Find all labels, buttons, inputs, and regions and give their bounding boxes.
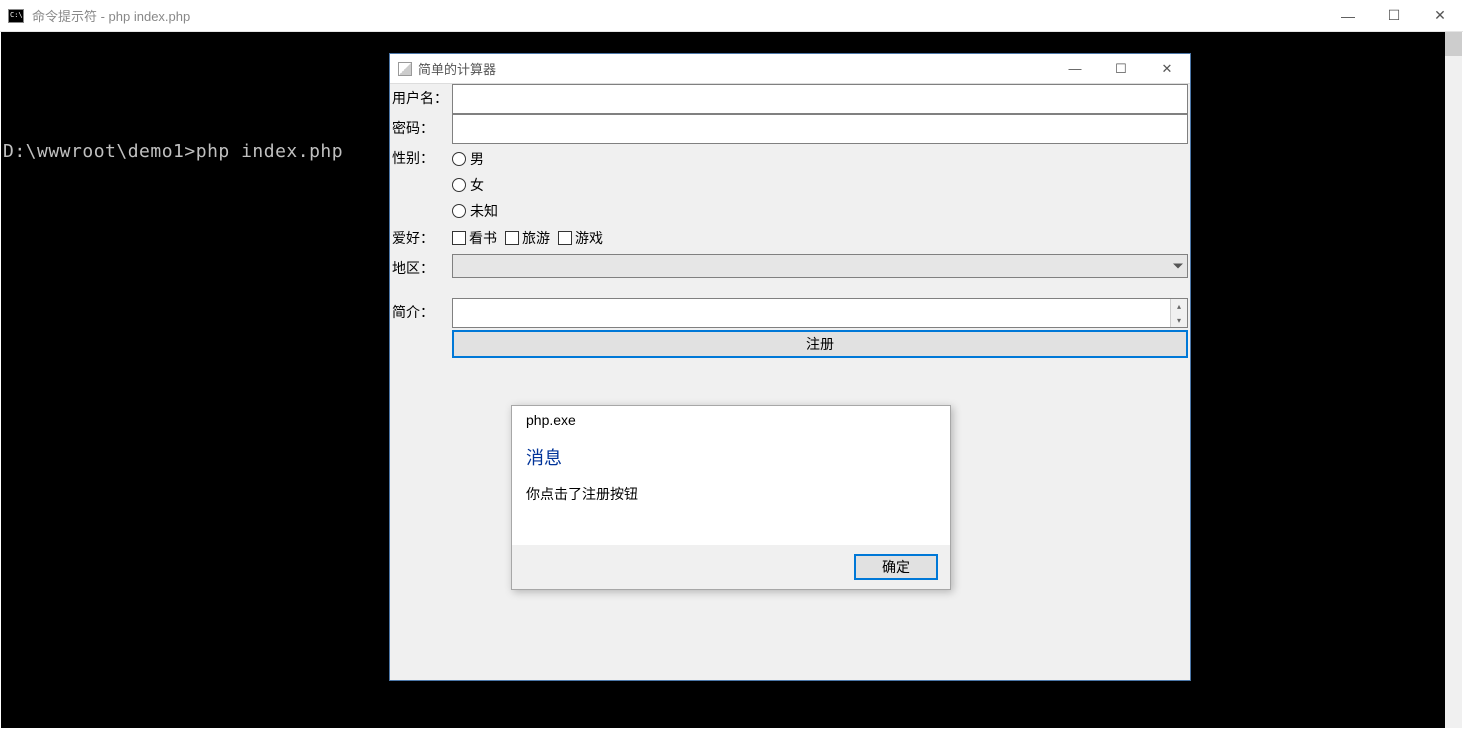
spinner-down-icon[interactable]: ▾ — [1171, 313, 1187, 327]
region-row: 地区： — [390, 254, 1190, 284]
dialog-heading: 消息 — [512, 436, 950, 470]
spinner-up-icon[interactable]: ▴ — [1171, 299, 1187, 313]
cmd-scroll-thumb[interactable] — [1445, 32, 1462, 56]
dialog-message: 你点击了注册按钮 — [512, 470, 950, 504]
app-window-controls: — ☐ ✕ — [1052, 54, 1190, 83]
gender-radio-female[interactable]: 女 — [452, 172, 1188, 198]
app-titlebar[interactable]: 简单的计算器 — ☐ ✕ — [390, 54, 1190, 84]
submit-row: 注册 — [390, 328, 1190, 358]
password-input[interactable] — [452, 114, 1188, 144]
bio-textarea[interactable]: ▴ ▾ — [452, 298, 1188, 328]
username-label: 用户名： — [390, 84, 452, 108]
radio-label: 女 — [470, 175, 484, 195]
dialog-footer: 确定 — [512, 545, 950, 589]
gender-radio-unknown[interactable]: 未知 — [452, 198, 1188, 224]
hobby-row: 爱好： 看书 旅游 游戏 — [390, 224, 1190, 254]
checkbox-label: 看书 — [469, 228, 497, 248]
radio-icon — [452, 204, 466, 218]
checkbox-label: 旅游 — [522, 228, 550, 248]
hobby-checkbox-game[interactable]: 游戏 — [558, 228, 603, 248]
dialog-ok-button[interactable]: 确定 — [854, 554, 938, 580]
password-label: 密码： — [390, 114, 452, 138]
app-maximize-button[interactable]: ☐ — [1098, 54, 1144, 83]
radio-label: 男 — [470, 149, 484, 169]
gender-row: 性别： 男 女 未知 — [390, 144, 1190, 224]
app-icon — [398, 62, 412, 76]
hobby-checkbox-travel[interactable]: 旅游 — [505, 228, 550, 248]
checkbox-icon — [558, 231, 572, 245]
password-row: 密码： — [390, 114, 1190, 144]
hobby-label: 爱好： — [390, 224, 452, 248]
username-input[interactable] — [452, 84, 1188, 114]
dialog-title: php.exe — [512, 406, 950, 436]
chevron-down-icon — [1173, 264, 1183, 269]
checkbox-icon — [505, 231, 519, 245]
message-dialog: php.exe 消息 你点击了注册按钮 确定 — [511, 405, 951, 590]
minimize-button[interactable]: — — [1325, 0, 1371, 31]
close-button[interactable]: ✕ — [1417, 0, 1463, 31]
username-row: 用户名： — [390, 84, 1190, 114]
checkbox-label: 游戏 — [575, 228, 603, 248]
cmd-window-controls: — ☐ ✕ — [1325, 0, 1463, 31]
app-close-button[interactable]: ✕ — [1144, 54, 1190, 83]
cmd-titlebar[interactable]: 命令提示符 - php index.php — ☐ ✕ — [0, 0, 1463, 32]
radio-icon — [452, 152, 466, 166]
app-minimize-button[interactable]: — — [1052, 54, 1098, 83]
textarea-spinner: ▴ ▾ — [1170, 299, 1187, 327]
radio-icon — [452, 178, 466, 192]
gender-radio-male[interactable]: 男 — [452, 146, 1188, 172]
hobby-checkbox-reading[interactable]: 看书 — [452, 228, 497, 248]
region-combobox[interactable] — [452, 254, 1188, 278]
region-label: 地区： — [390, 254, 452, 278]
bio-row: 简介： ▴ ▾ — [390, 298, 1190, 328]
cmd-icon — [8, 9, 24, 23]
cmd-title-text: 命令提示符 - php index.php — [32, 6, 190, 25]
bio-label: 简介： — [390, 298, 452, 322]
form-body: 用户名： 密码： 性别： 男 女 未知 — [390, 84, 1190, 358]
app-title-text: 简单的计算器 — [418, 59, 496, 78]
maximize-button[interactable]: ☐ — [1371, 0, 1417, 31]
checkbox-icon — [452, 231, 466, 245]
radio-label: 未知 — [470, 201, 498, 221]
gender-label: 性别： — [390, 144, 452, 168]
cmd-scrollbar[interactable] — [1445, 32, 1462, 728]
register-button[interactable]: 注册 — [452, 330, 1188, 358]
